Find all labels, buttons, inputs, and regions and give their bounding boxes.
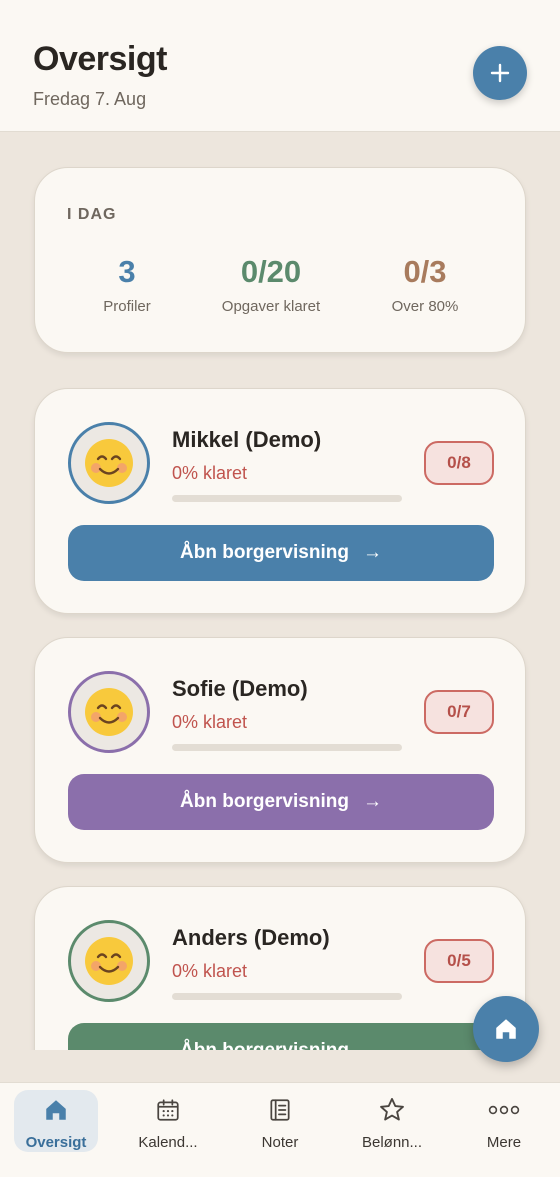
home-icon xyxy=(496,1019,516,1039)
avatar xyxy=(68,920,150,1002)
plus-icon xyxy=(490,63,510,83)
progress-bar xyxy=(172,744,402,751)
nav-item-mere[interactable]: Mere xyxy=(462,1090,546,1152)
arrow-right-icon: → xyxy=(363,1040,382,1050)
nav-item-beloenninger[interactable]: Belønn... xyxy=(350,1090,434,1152)
task-count-badge: 0/7 xyxy=(424,690,494,734)
profile-card-sofie[interactable]: Sofie (Demo) 0% klaret 0/7 Åbn borgervis… xyxy=(34,637,526,863)
calendar-icon xyxy=(157,1099,179,1121)
arrow-right-icon: → xyxy=(362,542,382,563)
nav-item-kalender[interactable]: Kalend... xyxy=(126,1090,210,1152)
home-fab-button[interactable] xyxy=(473,996,539,1062)
stat-value: 0/3 xyxy=(403,254,447,289)
notes-icon xyxy=(270,1099,290,1121)
home-icon xyxy=(46,1100,66,1120)
profile-name: Sofie (Demo) xyxy=(172,676,308,701)
star-icon xyxy=(380,1097,404,1121)
today-heading: I DAG xyxy=(67,206,117,223)
overview-scroll-area[interactable]: I DAG 3 Profiler 0/20 Opgaver klaret 0/3… xyxy=(0,133,560,1050)
nav-item-noter[interactable]: Noter xyxy=(238,1090,322,1152)
page-date: Fredag 7. Aug xyxy=(33,89,147,109)
nav-label: Mere xyxy=(486,1134,522,1151)
task-count-badge: 0/5 xyxy=(424,939,494,983)
avatar xyxy=(68,671,150,753)
stat-label: Over 80% xyxy=(391,298,459,315)
smiling-face-icon xyxy=(85,688,133,736)
stat-over-80: 0/3 Over 80% xyxy=(355,254,495,315)
add-button[interactable] xyxy=(473,46,527,100)
nav-label: Oversigt xyxy=(25,1134,87,1151)
open-citizen-view-button[interactable]: Åbn borgervisning → xyxy=(68,774,494,830)
profile-name: Mikkel (Demo) xyxy=(172,427,322,452)
stat-value: 0/20 xyxy=(240,254,302,289)
stat-label: Opgaver klaret xyxy=(221,298,321,315)
profile-card-mikkel[interactable]: Mikkel (Demo) 0% klaret 0/8 Åbn borgervi… xyxy=(34,388,526,614)
progress-bar xyxy=(172,495,402,502)
stat-tasks-done: 0/20 Opgaver klaret xyxy=(201,254,341,315)
page-title: Oversigt xyxy=(33,40,167,78)
app-header: Oversigt Fredag 7. Aug xyxy=(0,0,560,132)
open-citizen-view-button[interactable]: Åbn borgervisning → xyxy=(68,525,494,581)
progress-bar xyxy=(172,993,402,1000)
profile-name: Anders (Demo) xyxy=(172,925,330,950)
nav-label: Belønn... xyxy=(361,1134,423,1151)
progress-text: 0% klaret xyxy=(172,961,248,981)
stat-value: 3 xyxy=(118,254,136,289)
stat-label: Profiler xyxy=(103,298,151,315)
smiling-face-icon xyxy=(85,439,133,487)
more-icon xyxy=(488,1105,520,1115)
nav-label: Noter xyxy=(261,1134,299,1151)
open-citizen-view-button[interactable]: Åbn borgervisning → xyxy=(68,1023,494,1050)
avatar xyxy=(68,422,150,504)
progress-text: 0% klaret xyxy=(172,463,248,483)
nav-item-oversigt[interactable]: Oversigt xyxy=(14,1090,98,1152)
task-count-badge: 0/8 xyxy=(424,441,494,485)
progress-text: 0% klaret xyxy=(172,712,248,732)
nav-label: Kalend... xyxy=(138,1134,198,1151)
smiling-face-icon xyxy=(85,937,133,985)
button-label: Åbn borgervisning xyxy=(180,1040,349,1050)
today-summary-card: I DAG 3 Profiler 0/20 Opgaver klaret 0/3… xyxy=(34,167,526,353)
button-label: Åbn borgervisning xyxy=(180,791,349,812)
stat-profiles: 3 Profiler xyxy=(57,254,197,315)
arrow-right-icon: → xyxy=(362,791,382,812)
profile-card-anders[interactable]: Anders (Demo) 0% klaret 0/5 Åbn borgervi… xyxy=(34,886,526,1050)
bottom-navigation: Oversigt Kalend... Noter Belønn... Mere xyxy=(0,1082,560,1177)
button-label: Åbn borgervisning xyxy=(180,542,349,563)
